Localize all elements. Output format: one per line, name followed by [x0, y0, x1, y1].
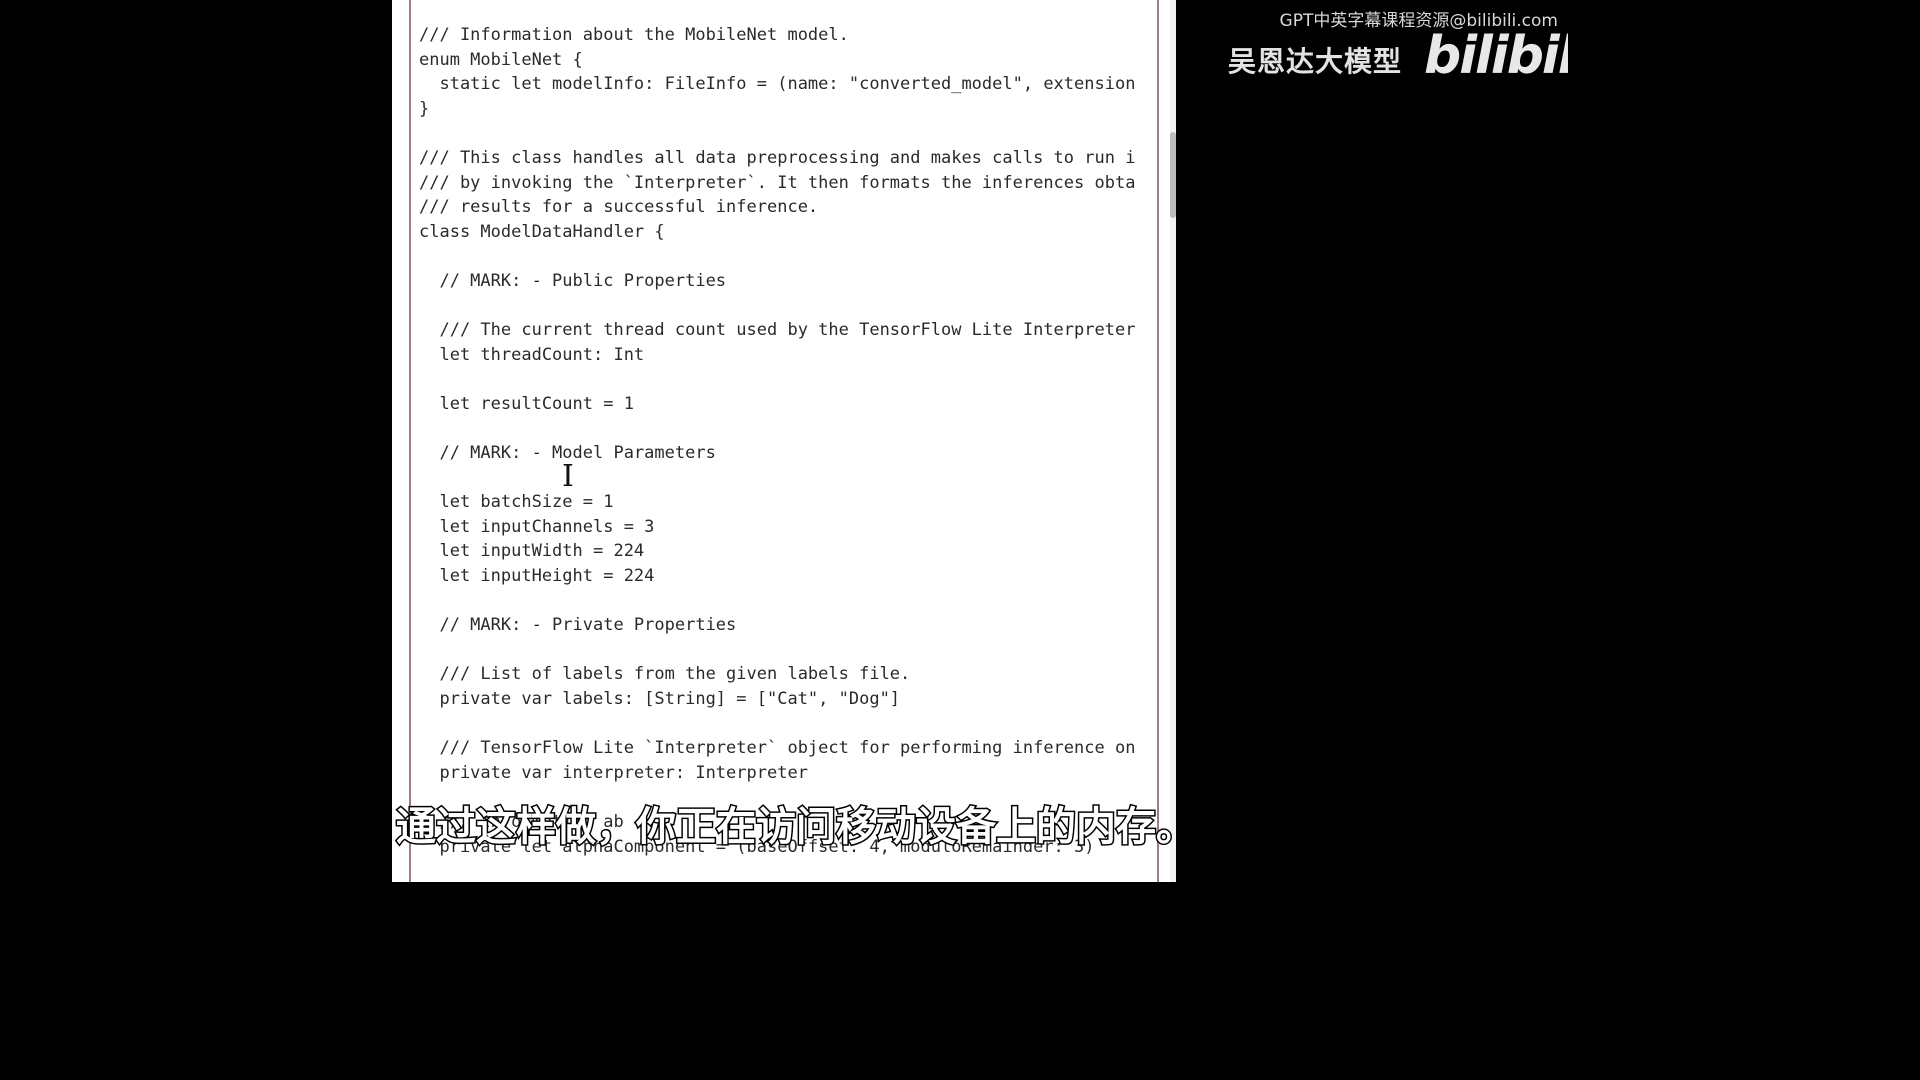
code-line[interactable] — [419, 712, 1157, 737]
code-line[interactable] — [419, 466, 1157, 491]
code-line[interactable]: } — [419, 97, 1157, 122]
code-line[interactable]: /// results for a successful inference. — [419, 195, 1157, 220]
code-line[interactable] — [419, 244, 1157, 269]
video-subtitle: 通过这样做，你正在访问移动设备上的内存。 — [395, 803, 1198, 852]
code-line[interactable]: let inputWidth = 224 — [419, 539, 1157, 564]
watermark-brand-text: 吴恩达大模型 — [1228, 45, 1403, 78]
code-content[interactable]: /// Information about the MobileNet mode… — [419, 23, 1157, 859]
code-line[interactable] — [419, 638, 1157, 663]
code-line[interactable]: let batchSize = 1 — [419, 490, 1157, 515]
code-line[interactable] — [419, 294, 1157, 319]
code-line[interactable]: /// TensorFlow Lite `Interpreter` object… — [419, 736, 1157, 761]
code-line[interactable]: /// by invoking the `Interpreter`. It th… — [419, 171, 1157, 196]
code-line[interactable] — [419, 121, 1157, 146]
code-line[interactable]: let inputHeight = 224 — [419, 564, 1157, 589]
code-line[interactable]: /// List of labels from the given labels… — [419, 662, 1157, 687]
video-frame: /// Information about the MobileNet mode… — [0, 0, 1568, 882]
code-line[interactable] — [419, 589, 1157, 614]
code-line[interactable]: // MARK: - Private Properties — [419, 613, 1157, 638]
editor-right-border — [1157, 0, 1159, 882]
code-line[interactable]: class ModelDataHandler { — [419, 220, 1157, 245]
code-line[interactable]: /// The current thread count used by the… — [419, 318, 1157, 343]
code-line[interactable]: // MARK: - Public Properties — [419, 269, 1157, 294]
editor-scrollbar-thumb[interactable] — [1170, 132, 1176, 218]
code-line[interactable] — [419, 417, 1157, 442]
bilibili-logo: bilibili — [1424, 26, 1568, 86]
code-line[interactable]: static let modelInfo: FileInfo = (name: … — [419, 72, 1157, 97]
code-line[interactable]: /// This class handles all data preproce… — [419, 146, 1157, 171]
code-line[interactable]: let inputChannels = 3 — [419, 515, 1157, 540]
code-line[interactable]: enum MobileNet { — [419, 48, 1157, 73]
code-line[interactable] — [419, 367, 1157, 392]
code-line[interactable]: private var labels: [String] = ["Cat", "… — [419, 687, 1157, 712]
code-line[interactable]: /// Information about the MobileNet mode… — [419, 23, 1157, 48]
code-line[interactable]: let resultCount = 1 — [419, 392, 1157, 417]
code-line[interactable]: // MARK: - Model Parameters — [419, 441, 1157, 466]
editor-left-border — [409, 0, 411, 882]
text-cursor-icon: I — [562, 459, 574, 494]
code-line[interactable]: let threadCount: Int — [419, 343, 1157, 368]
code-line[interactable]: private var interpreter: Interpreter — [419, 761, 1157, 786]
